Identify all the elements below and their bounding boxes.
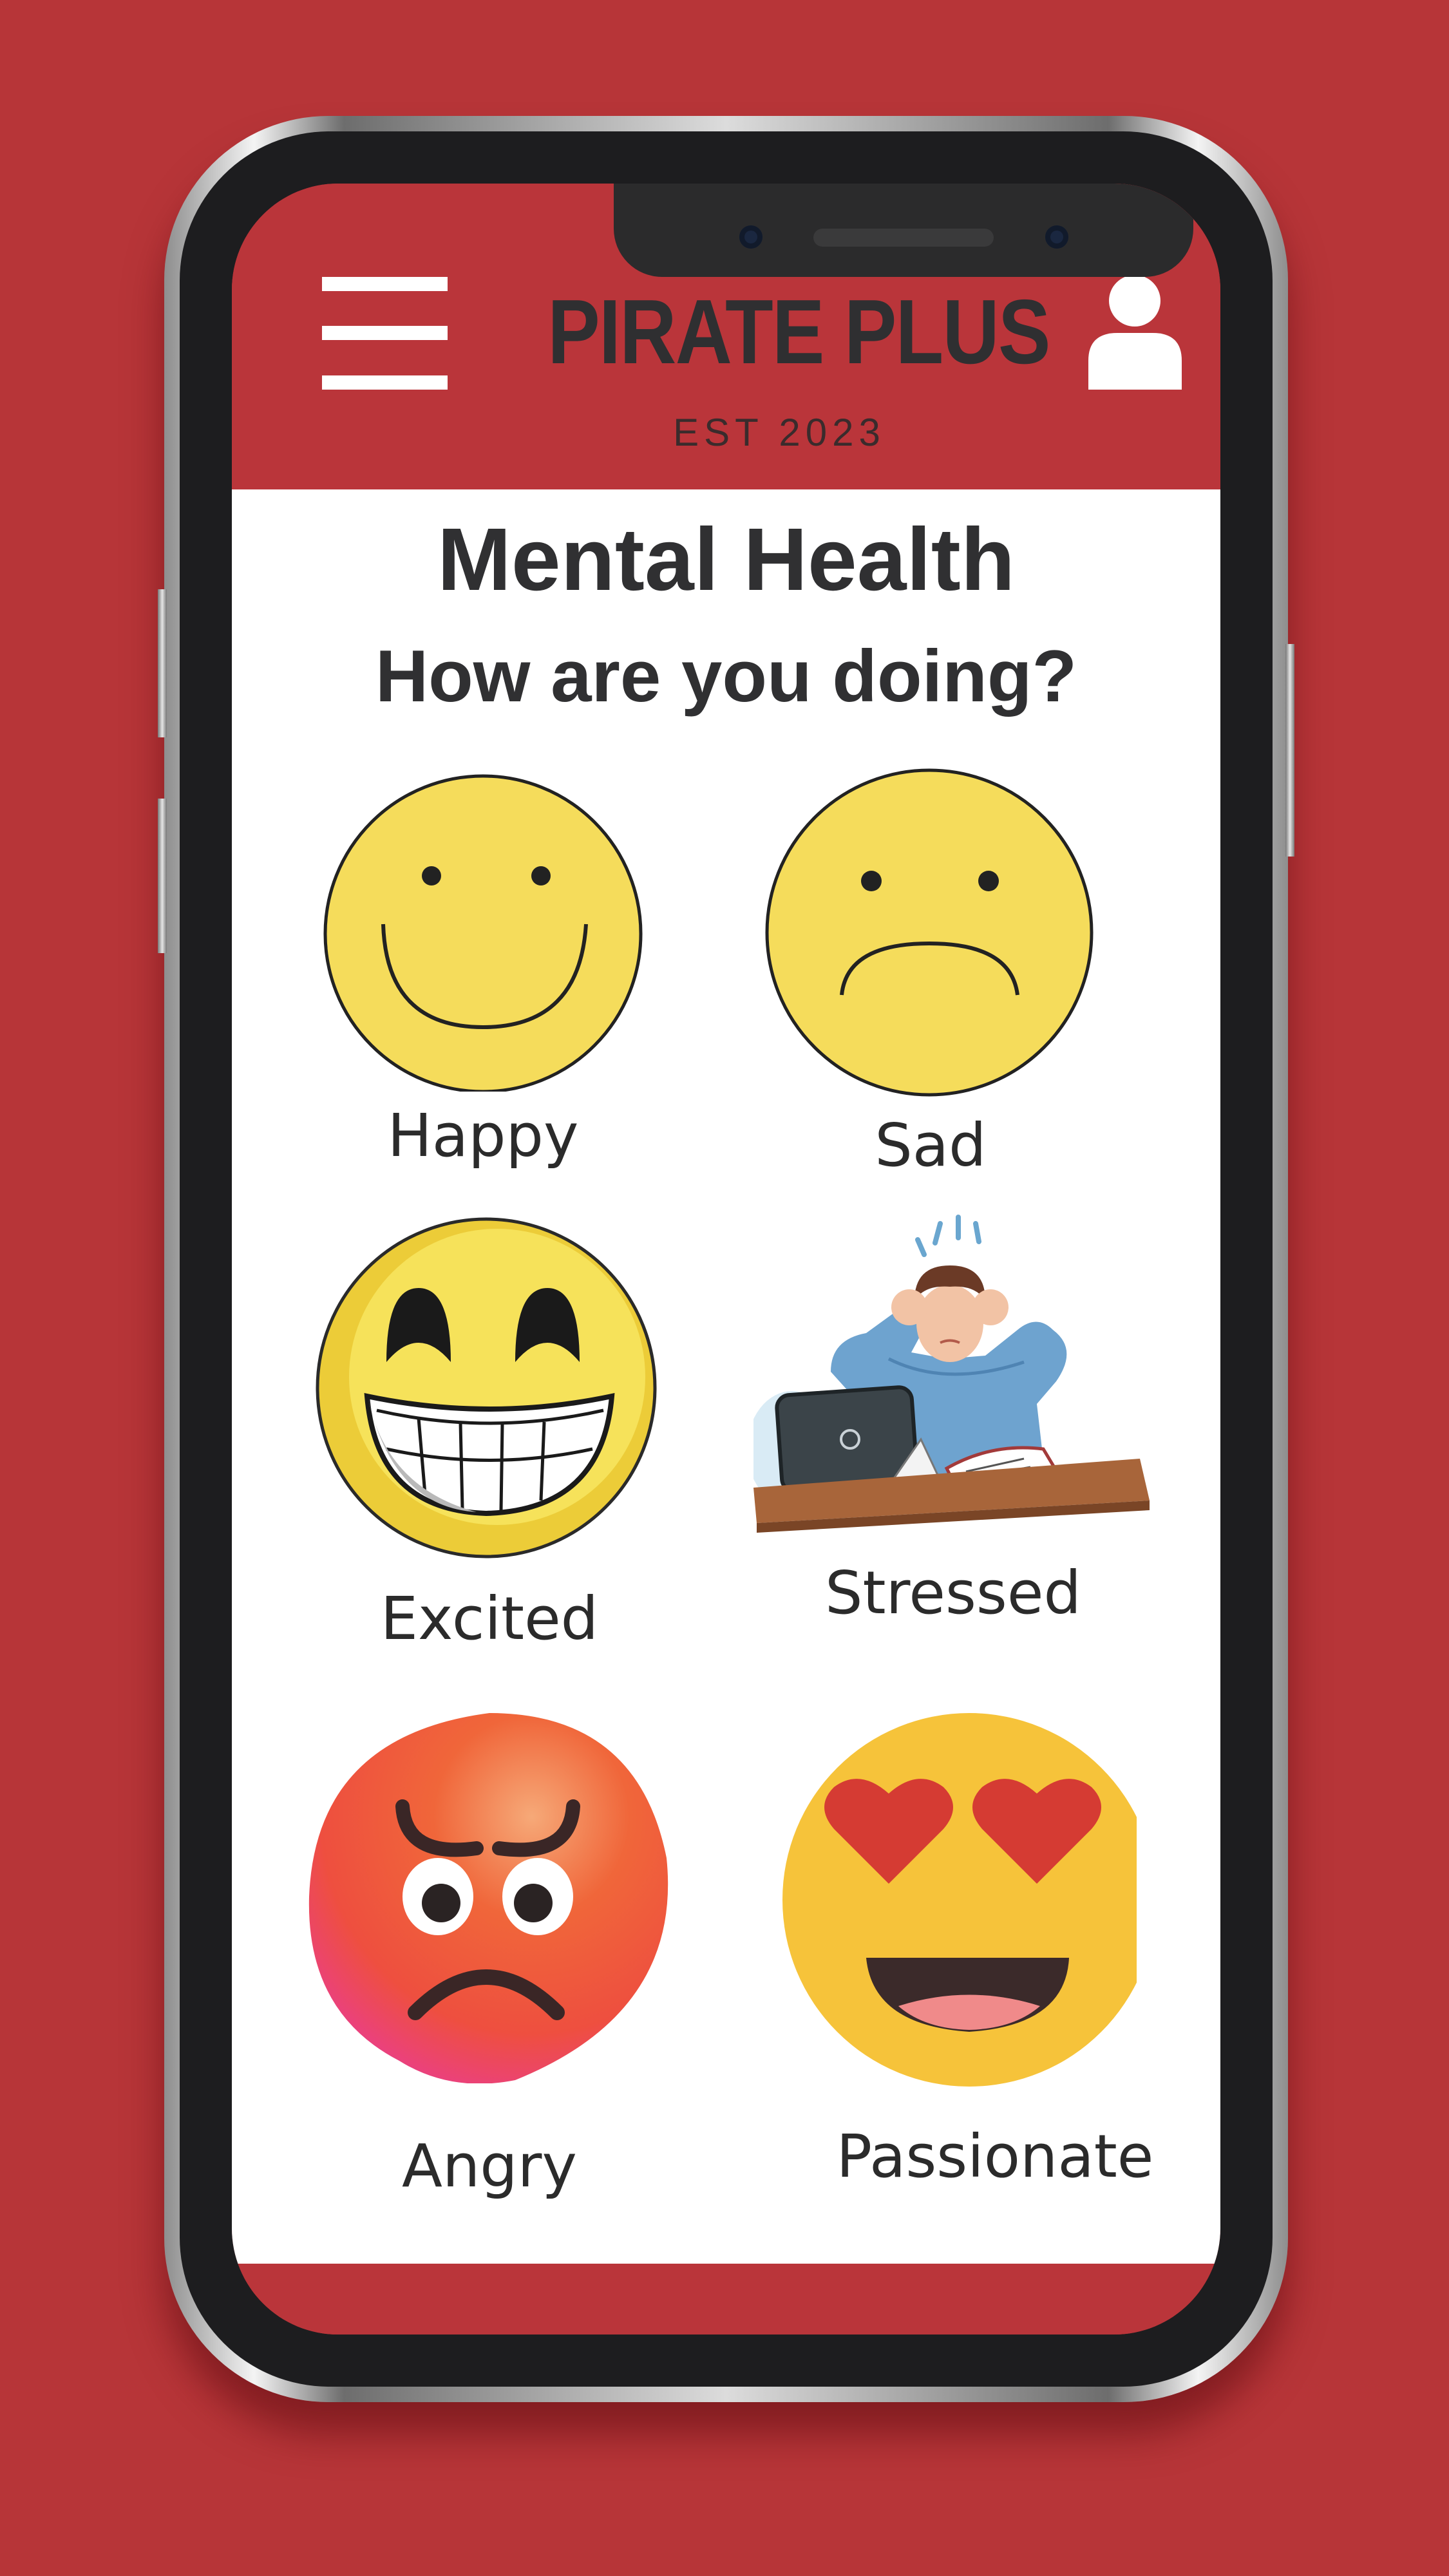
mood-option-excited[interactable]: Excited: [316, 1217, 663, 1668]
mood-option-sad[interactable]: Sad: [763, 766, 1098, 1185]
sad-face-icon: [765, 768, 1094, 1097]
angry-face-icon: [308, 1713, 668, 2083]
mood-label-happy: Happy: [387, 1101, 579, 1170]
hamburger-menu-icon[interactable]: [322, 277, 448, 390]
mood-label-excited: Excited: [380, 1584, 599, 1653]
stressed-person-illustration: [753, 1215, 1150, 1533]
side-button-power: [1285, 644, 1294, 857]
main-content: Mental Health How are you doing? Happy S…: [232, 489, 1220, 2264]
phone-frame: PIRATE PLUS EST 2023 Mental Health How a…: [158, 116, 1294, 2402]
mood-label-sad: Sad: [875, 1111, 987, 1180]
side-button-volume: [158, 799, 167, 953]
established-text: EST 2023: [673, 411, 886, 454]
mood-option-angry[interactable]: Angry: [303, 1710, 676, 2219]
brand-logo-text: PIRATE PLUS: [547, 281, 1050, 383]
notch: [614, 184, 1193, 277]
camera-icon: [739, 225, 762, 249]
grinning-face-icon: [316, 1217, 657, 1558]
mood-label-passionate: Passionate: [836, 2122, 1154, 2191]
speaker-grille: [813, 229, 994, 247]
app-footer-bar: [232, 2264, 1220, 2334]
mood-label-stressed: Stressed: [825, 1558, 1081, 1627]
sensor-icon: [1045, 225, 1068, 249]
mood-option-happy[interactable]: Happy: [322, 770, 644, 1182]
phone-screen: PIRATE PLUS EST 2023 Mental Health How a…: [232, 184, 1220, 2334]
mood-option-passionate[interactable]: Passionate: [776, 1713, 1153, 2222]
side-button-mute: [158, 589, 167, 737]
mood-option-stressed[interactable]: Stressed: [753, 1211, 1153, 1655]
page-prompt: How are you doing?: [375, 636, 1077, 717]
page-title: Mental Health: [437, 510, 1016, 609]
mood-label-angry: Angry: [402, 2132, 577, 2201]
user-profile-icon[interactable]: [1088, 274, 1182, 390]
heart-eyes-face-icon: [782, 1713, 1137, 2087]
happy-face-icon: [323, 774, 643, 1092]
